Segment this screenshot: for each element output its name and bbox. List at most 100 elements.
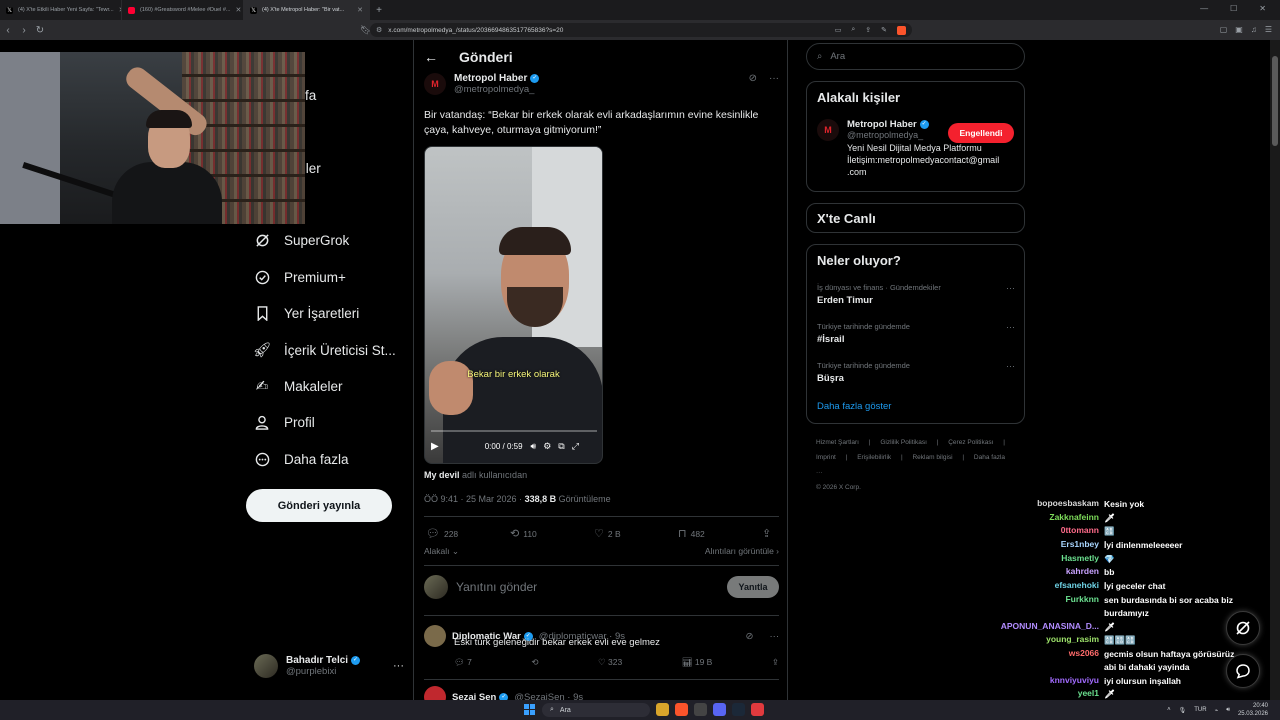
author-handle[interactable]: @metropolmedya_ [454,84,539,95]
browser-tab-active[interactable]: 𝕏 (4) X'te Metropol Haber: "Bir vat... ✕ [244,0,370,20]
repost-stat[interactable]: ⟲ [531,657,538,668]
like-stat[interactable]: ♡ 323 [598,657,622,668]
live-card[interactable]: X'te Canlı [806,203,1025,233]
blocked-button[interactable]: Engellendi [948,123,1014,143]
attribution-user[interactable]: My devil [424,470,460,480]
views-stat[interactable]: 📊︎ 19 B [682,657,713,668]
more-options-icon[interactable]: ··· [393,660,404,672]
obs-icon[interactable] [694,703,707,716]
author-avatar[interactable]: M [424,73,446,95]
like-stat[interactable]: ♡ 2 B [594,527,678,540]
maximize-icon[interactable]: ☐ [1230,4,1237,13]
play-icon[interactable]: ▶ [431,441,439,452]
pip-icon[interactable]: ⧉ [558,441,564,452]
media-icon[interactable]: ♫ [1251,25,1257,34]
file-explorer-icon[interactable] [656,703,669,716]
footer-link[interactable]: Reklam bilgisi [912,454,952,461]
settings-icon[interactable]: ⚙ [543,441,551,452]
close-icon[interactable]: ✕ [236,6,242,14]
network-icon[interactable]: ⌁ [1215,707,1219,714]
taskbar-search[interactable]: ⌕ Ara [542,703,650,717]
sidebar-item-premium[interactable]: Premium+ [254,264,346,290]
search-input[interactable]: ⌕ Ara [806,43,1025,70]
footer-link[interactable]: Hizmet Şartları [816,439,859,446]
reply-tweet[interactable]: Diplomatic War ✓ @diplomaticwar · 9s ⊘ ·… [424,625,780,667]
brave-browser-icon[interactable] [675,703,688,716]
reply-input[interactable]: Yanıtını gönder [456,580,537,594]
view-quotes-link[interactable]: Alıntıları görüntüle › [705,546,779,557]
trend-item[interactable]: Türkiye tarihinde gündemde #İsrail ··· [817,322,1015,345]
tweet-timestamp[interactable]: ÖÖ 9:41 · 25 Mar 2026 · [424,494,522,504]
bookmark-stat[interactable]: ⊓ 482 [678,527,762,540]
fullscreen-icon[interactable]: ⤢ [572,441,579,452]
video-progress-bar[interactable] [431,430,597,432]
sidebar-item-profile[interactable]: Profil [254,409,315,435]
show-more-link[interactable]: Daha fazla göster [817,401,891,412]
page-scrollbar[interactable] [1270,40,1280,700]
footer-link[interactable]: Daha fazla ··· [816,454,1005,476]
sidebar-item-supergrok[interactable]: SuperGrok [254,227,349,253]
share-icon[interactable]: ⇪ [865,26,871,35]
grok-icon[interactable]: ⊘ [749,73,757,95]
more-options-icon[interactable]: ··· [1006,322,1015,332]
app-icon[interactable] [751,703,764,716]
reply-button[interactable]: Yanıtla [727,576,779,598]
footer-link[interactable]: Çerez Politikası [948,439,993,446]
taskbar-clock[interactable]: 20:40 25.03.2026 [1238,702,1268,718]
footer-link[interactable]: Gizlilik Politikası [880,439,927,446]
menu-icon[interactable]: ☰ [1265,25,1272,34]
post-button[interactable]: Gönderi yayınla [246,489,392,522]
related-dropdown[interactable]: Alakalı ⌄ [424,546,459,557]
zoom-icon[interactable]: ⌕ [851,26,855,35]
more-options-icon[interactable]: ··· [1006,361,1015,371]
tweet-video[interactable]: Bekar bir erkek olarak ▶ 0:00 / 0:59 🔊︎ … [424,146,603,464]
more-options-icon[interactable]: ··· [1006,283,1015,293]
extensions-icon[interactable]: ▣ [1235,25,1243,34]
language-indicator[interactable]: TUR [1194,707,1206,713]
grok-icon[interactable]: ⊘ [746,631,754,642]
reload-icon[interactable]: ↻ [32,25,48,36]
grok-floating-button[interactable] [1226,611,1260,645]
steam-icon[interactable] [732,703,745,716]
reply-stat[interactable]: 💬︎ 7 [454,657,472,668]
browser-tab[interactable]: 𝕏 (4) X'te Etkili Haber Yeni Sayfa: "Tew… [0,0,122,20]
chevron-up-icon[interactable]: ˄ [1167,707,1171,713]
url-bar[interactable]: ⚙ x.com/metropolmedya_/status/2036694863… [370,23,912,37]
trend-item[interactable]: Türkiye tarihinde gündemde Büşra ··· [817,361,1015,384]
more-options-icon[interactable]: ··· [770,631,780,642]
footer-link[interactable]: Erişilebilirlik [857,454,891,461]
more-options-icon[interactable]: ··· [769,73,779,95]
back-icon[interactable]: ‹ [0,25,16,36]
share-icon[interactable]: ⇪ [762,527,771,540]
messages-floating-button[interactable] [1226,654,1260,688]
volume-icon[interactable]: 🔊︎ [1226,707,1230,714]
trend-item[interactable]: İş dünyası ve finans · Gündemdekiler Erd… [817,283,1015,306]
forward-icon[interactable]: › [16,25,32,36]
windows-start-icon[interactable] [524,704,535,715]
site-info-icon[interactable]: ⚙ [376,26,382,34]
share-icon[interactable]: ⇪ [772,657,779,668]
discord-icon[interactable] [713,703,726,716]
reply-stat[interactable]: 💬︎ 228 [426,527,510,540]
avatar[interactable] [424,625,446,647]
sidebar-item-creator-studio[interactable]: 🚀︎ İçerik Üreticisi St... [252,337,395,363]
brave-shields-icon[interactable] [897,25,906,35]
close-icon[interactable]: ✕ [357,6,363,14]
new-tab-button[interactable]: + [370,5,388,16]
author-name-row[interactable]: Metropol Haber ✓ [454,73,540,84]
minimize-icon[interactable]: — [1200,4,1208,13]
sidebar-item-bookmarks[interactable]: Yer İşaretleri [254,300,359,326]
cast-icon[interactable]: ▭ [835,26,842,35]
mic-icon[interactable]: 🎙︎ [1179,707,1187,714]
sidebar-item-more[interactable]: Daha fazla [254,446,349,472]
back-arrow-icon[interactable]: ← [424,49,438,65]
repost-stat[interactable]: ⟲ 110 [510,527,594,540]
volume-icon[interactable]: 🔊︎ [531,441,537,452]
leo-icon[interactable]: ✎ [881,26,887,35]
account-switcher[interactable]: Bahadır Telci ✓ @purplebixi ··· [254,654,404,678]
scroll-thumb[interactable] [1272,56,1278,146]
close-window-icon[interactable]: ✕ [1259,4,1266,13]
browser-tab[interactable]: (160) #Greatsword #Melee #Duel #... ✕ [122,0,244,20]
sidebar-item-articles[interactable]: ✍︎ Makaleler [254,373,343,399]
footer-link[interactable]: Imprint [816,454,836,461]
